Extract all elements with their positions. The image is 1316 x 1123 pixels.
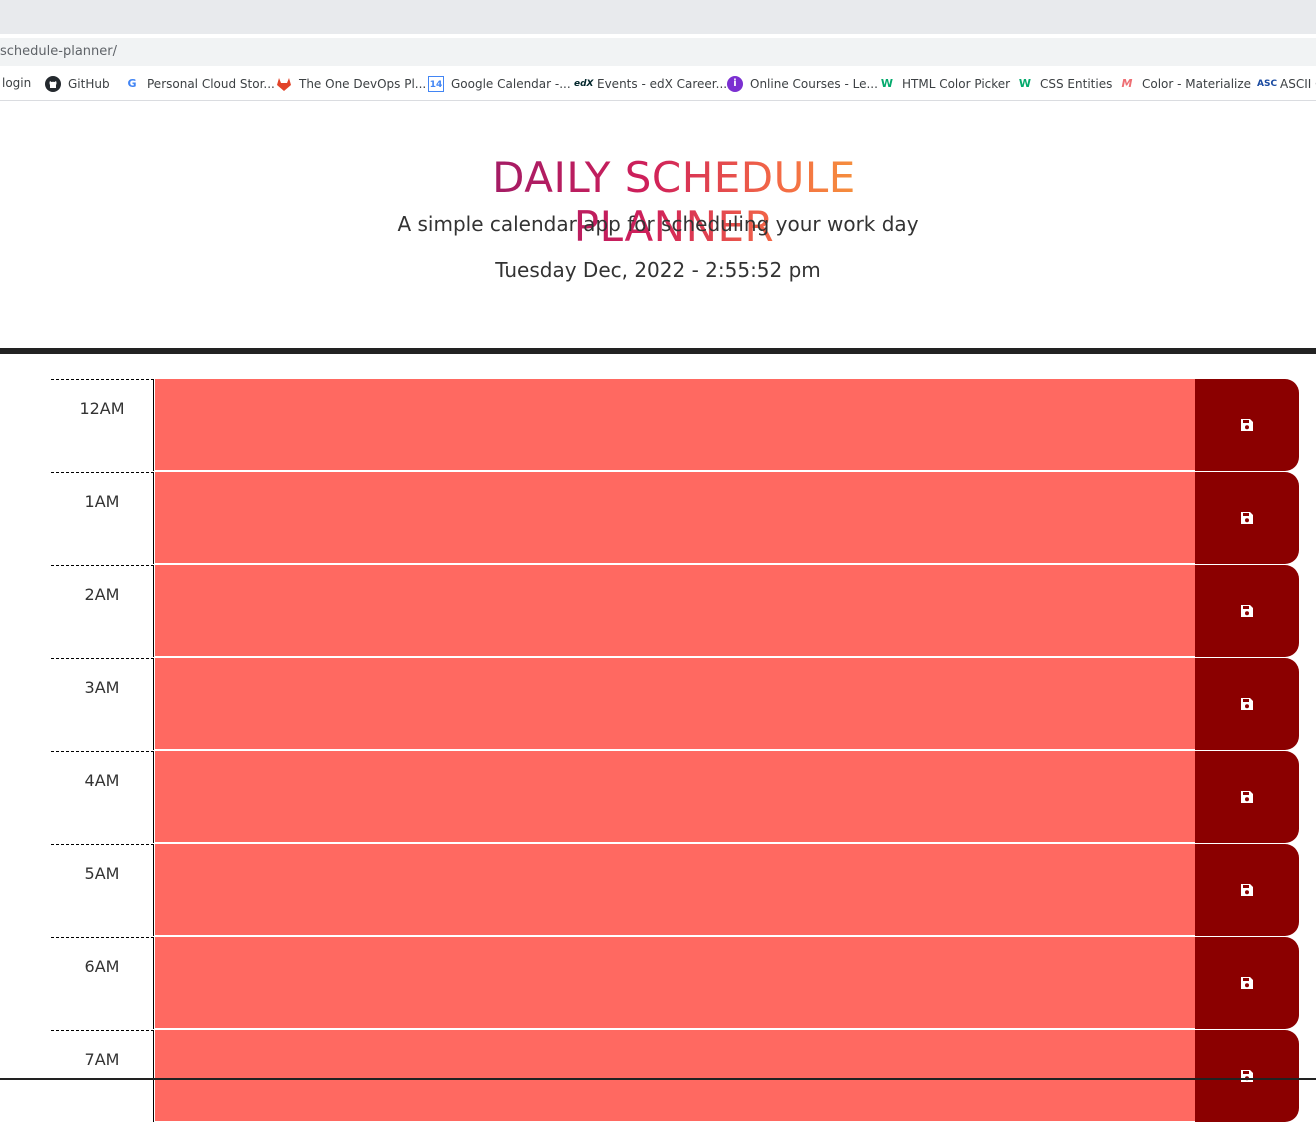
bookmark-html-color-picker[interactable]: W HTML Color Picker (879, 76, 1010, 92)
event-description-input[interactable] (155, 658, 1195, 750)
hour-label: 4AM (51, 751, 154, 843)
bookmarks-bar: login GitHub G Personal Cloud Stor... Th… (0, 70, 1316, 98)
bookmark-edx-events[interactable]: edX Events - edX Career... (574, 76, 727, 92)
w3-icon: W (880, 77, 894, 90)
save-button[interactable] (1195, 751, 1299, 843)
bookmark-css-entities[interactable]: W CSS Entities (1017, 76, 1112, 92)
page-subtitle: A simple calendar app for scheduling you… (397, 212, 919, 236)
save-button[interactable] (1195, 565, 1299, 657)
current-datetime: Tuesday Dec, 2022 - 2:55:52 pm (495, 258, 821, 282)
edx-icon: edX (574, 79, 594, 89)
hour-label: 6AM (51, 937, 154, 1029)
save-button[interactable] (1195, 379, 1299, 471)
calendar-icon: 14 (428, 76, 444, 92)
bookmark-label: The One DevOps Pl... (299, 77, 427, 91)
bookmark-label: HTML Color Picker (902, 77, 1011, 91)
w3-icon: W (1018, 77, 1032, 90)
bookmark-label: Color - Materialize (1142, 77, 1252, 91)
hour-label: 2AM (51, 565, 154, 657)
time-block-row: 6AM (51, 937, 1299, 1030)
event-description-input[interactable] (155, 751, 1195, 843)
hour-label: 12AM (51, 379, 154, 471)
save-button[interactable] (1195, 472, 1299, 564)
ascii-icon: ASC (1257, 79, 1278, 89)
courses-icon: i (727, 76, 743, 92)
time-block-row: 3AM (51, 658, 1299, 751)
bookmark-label: Online Courses - Le... (750, 77, 878, 91)
page-title-wrap: DAILY SCHEDULE PLANNER (408, 153, 940, 251)
page-title: DAILY SCHEDULE PLANNER (408, 153, 940, 251)
bookmark-label: CSS Entities (1040, 77, 1113, 91)
event-description-input[interactable] (155, 472, 1195, 564)
google-icon: G (127, 77, 137, 90)
bookmark-login[interactable]: login (2, 76, 31, 90)
bookmark-google-calendar[interactable]: 14 Google Calendar -... (428, 76, 571, 92)
time-block-row: 12AM (51, 379, 1299, 472)
bookmark-ascii[interactable]: ASC ASCII C (1257, 76, 1316, 92)
materialize-icon: M (1121, 77, 1133, 90)
bookmark-label: Events - edX Career... (597, 77, 728, 91)
bookmark-devops[interactable]: The One DevOps Pl... (276, 76, 426, 92)
event-description-input[interactable] (155, 379, 1195, 471)
bookmark-online-courses[interactable]: i Online Courses - Le... (727, 76, 878, 92)
bookmark-label: GitHub (68, 77, 110, 91)
bookmark-materialize[interactable]: M Color - Materialize (1119, 76, 1252, 92)
hour-label: 7AM (51, 1030, 154, 1122)
time-block-row: 1AM (51, 472, 1299, 565)
time-block-row: 4AM (51, 751, 1299, 844)
bookmark-label: ASCII C (1280, 77, 1316, 91)
address-bar-url[interactable]: schedule-planner/ (0, 44, 117, 59)
bookmark-label: login (2, 76, 32, 90)
save-button[interactable] (1195, 844, 1299, 936)
bookmark-label: Personal Cloud Stor... (147, 77, 275, 91)
hour-label: 5AM (51, 844, 154, 936)
save-button[interactable] (1195, 937, 1299, 1029)
bookmark-label: Google Calendar -... (451, 77, 571, 91)
address-bar[interactable] (0, 38, 1316, 66)
browser-tab-strip (0, 0, 1316, 34)
save-button[interactable] (1195, 1030, 1299, 1122)
event-description-input[interactable] (155, 844, 1195, 936)
bookmark-personal-cloud[interactable]: G Personal Cloud Stor... (124, 76, 275, 92)
header-border (0, 348, 1316, 354)
save-button[interactable] (1195, 658, 1299, 750)
event-description-input[interactable] (155, 937, 1195, 1029)
bookmark-github[interactable]: GitHub (45, 76, 110, 92)
time-block-row: 7AM (51, 1030, 1299, 1123)
event-description-input[interactable] (155, 1030, 1195, 1122)
hour-label: 3AM (51, 658, 154, 750)
hour-label: 1AM (51, 472, 154, 564)
time-block-row: 5AM (51, 844, 1299, 937)
event-description-input[interactable] (155, 565, 1195, 657)
page-header: DAILY SCHEDULE PLANNER A simple calendar… (0, 101, 1316, 349)
gitlab-icon (276, 76, 292, 92)
time-block-row: 2AM (51, 565, 1299, 658)
github-icon (45, 76, 61, 92)
